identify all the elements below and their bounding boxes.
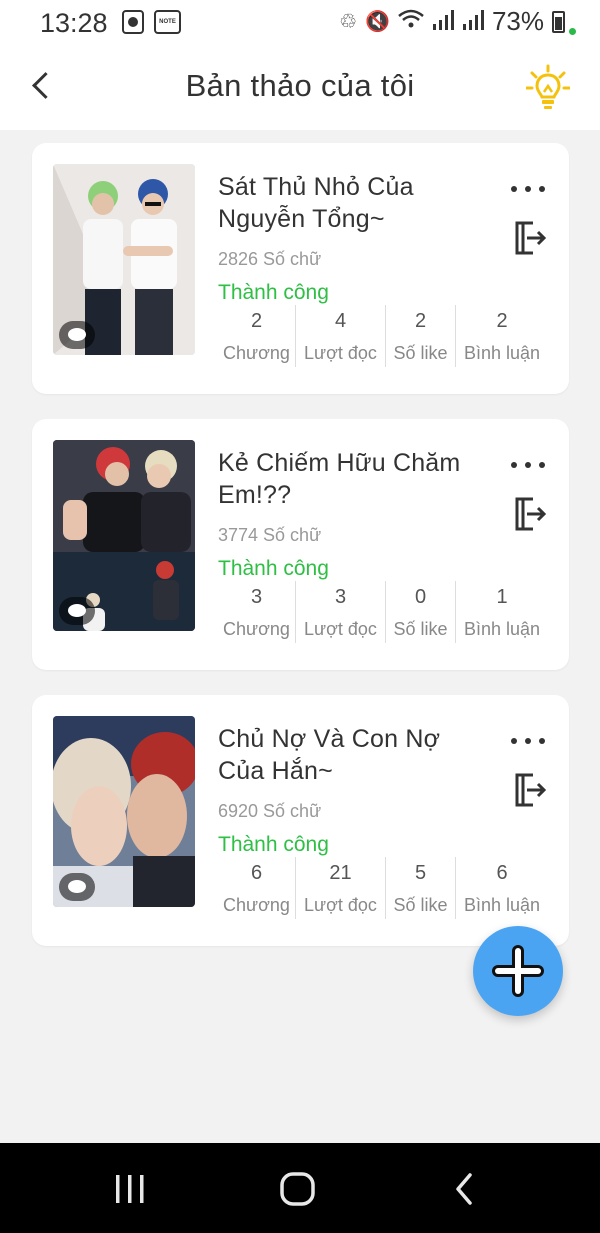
comment-bubble-icon — [59, 873, 95, 901]
draft-card[interactable]: Chủ Nợ Và Con Nợ Của Hắn~ 6920 Số chữ Th… — [32, 695, 569, 946]
word-count: 6920 Số chữ — [218, 801, 322, 821]
lightbulb-icon[interactable] — [525, 64, 571, 112]
stat-reads: 3 Lượt đọc — [296, 581, 386, 643]
nav-back-icon[interactable] — [450, 1167, 480, 1211]
stats-row: 2 Chương 4 Lượt đọc 2 Số like 2 Bình luận — [218, 305, 548, 367]
home-icon[interactable] — [278, 1167, 318, 1211]
stat-label: Bình luận — [463, 343, 541, 363]
stat-chapters: 2 Chương — [218, 305, 296, 367]
status-dot-icon — [569, 28, 576, 35]
stat-value: 3 — [334, 586, 347, 608]
stat-value: 2 — [250, 310, 263, 332]
stats-row: 6 Chương 21 Lượt đọc 5 Số like 6 Bình luận — [218, 857, 548, 919]
app-header: Bản thảo của tôi — [0, 46, 600, 130]
stat-label: Lượt đọc — [304, 343, 377, 363]
stat-chapters: 6 Chương — [218, 857, 296, 919]
recycle-icon: ♲ — [339, 11, 358, 33]
alarm-icon — [122, 10, 144, 34]
status-time: 13:28 — [40, 8, 108, 38]
stat-label: Chương — [223, 619, 290, 639]
export-icon[interactable] — [511, 495, 547, 533]
stat-likes: 0 Số like — [386, 581, 456, 643]
battery-percent: 73% — [491, 6, 544, 36]
more-options-icon[interactable] — [511, 731, 545, 751]
stat-label: Lượt đọc — [304, 619, 377, 639]
draft-cover-image — [53, 164, 195, 355]
stat-label: Bình luận — [463, 895, 541, 915]
stat-value: 2 — [414, 310, 427, 332]
status-bar: 13:28 NOTE ♲ 🔇 73% — [0, 0, 600, 46]
stat-value: 6 — [496, 862, 508, 884]
stat-value: 5 — [414, 862, 427, 884]
draft-title: Chủ Nợ Và Con Nợ Của Hắn~ — [218, 725, 441, 785]
note-icon: NOTE — [154, 10, 181, 34]
stat-value: 3 — [250, 586, 263, 608]
signal-icon — [432, 6, 454, 37]
more-options-icon[interactable] — [511, 455, 545, 475]
stat-label: Bình luận — [463, 619, 541, 639]
status-label: Thành công — [218, 281, 329, 304]
stat-label: Chương — [223, 895, 290, 915]
stat-label: Chương — [223, 343, 290, 363]
stat-reads: 4 Lượt đọc — [296, 305, 386, 367]
draft-cover-image — [53, 440, 195, 631]
stat-value: 6 — [250, 862, 263, 884]
stat-value: 1 — [496, 586, 508, 608]
stat-comments: 2 Bình luận — [456, 305, 548, 367]
stat-label: Số like — [393, 343, 448, 363]
recent-apps-icon[interactable] — [112, 1167, 148, 1211]
export-icon[interactable] — [511, 219, 547, 257]
stat-value: 0 — [414, 586, 427, 608]
export-icon[interactable] — [511, 771, 547, 809]
stat-label: Lượt đọc — [304, 895, 377, 915]
stat-value: 21 — [329, 862, 352, 884]
word-count: 3774 Số chữ — [218, 525, 322, 545]
more-options-icon[interactable] — [511, 179, 545, 199]
stat-label: Số like — [393, 619, 448, 639]
stat-likes: 5 Số like — [386, 857, 456, 919]
draft-title: Kẻ Chiếm Hữu Chăm Em!?? — [218, 449, 461, 509]
wifi-icon — [398, 9, 424, 35]
battery-icon — [552, 10, 565, 33]
status-label: Thành công — [218, 833, 329, 856]
stat-value: 2 — [496, 310, 508, 332]
mute-icon: 🔇 — [365, 11, 390, 33]
draft-cover-image — [53, 716, 195, 907]
stats-row: 3 Chương 3 Lượt đọc 0 Số like 1 Bình luận — [218, 581, 548, 643]
word-count: 2826 Số chữ — [218, 249, 322, 269]
draft-title: Sát Thủ Nhỏ Của Nguyễn Tổng~ — [218, 173, 414, 233]
add-draft-button[interactable] — [473, 926, 563, 1016]
stat-label: Số like — [393, 895, 448, 915]
stat-chapters: 3 Chương — [218, 581, 296, 643]
page-title: Bản thảo của tôi — [185, 68, 415, 103]
stat-likes: 2 Số like — [386, 305, 456, 367]
status-label: Thành công — [218, 557, 329, 580]
stat-value: 4 — [334, 310, 347, 332]
signal-icon — [462, 6, 484, 37]
comment-bubble-icon — [59, 597, 95, 625]
stat-comments: 6 Bình luận — [456, 857, 548, 919]
plus-icon — [492, 945, 544, 997]
draft-card[interactable]: Kẻ Chiếm Hữu Chăm Em!?? 3774 Số chữ Thàn… — [32, 419, 569, 670]
comment-bubble-icon — [59, 321, 95, 349]
draft-card[interactable]: Sát Thủ Nhỏ Của Nguyễn Tổng~ 2826 Số chữ… — [32, 143, 569, 394]
system-nav-bar — [0, 1143, 600, 1233]
stat-comments: 1 Bình luận — [456, 581, 548, 643]
stat-reads: 21 Lượt đọc — [296, 857, 386, 919]
